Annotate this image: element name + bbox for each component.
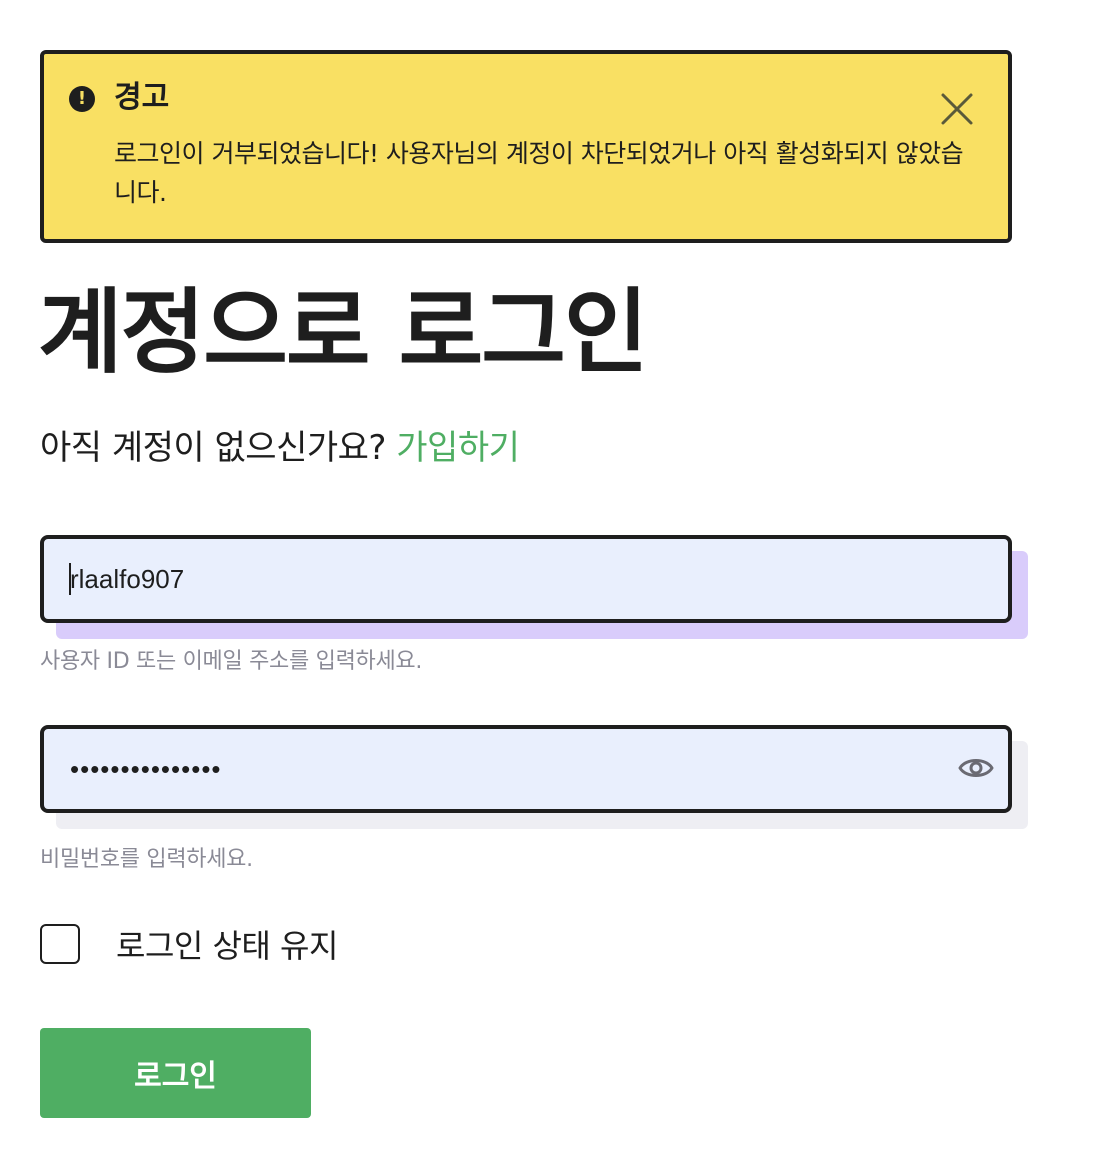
text-caret — [69, 563, 71, 595]
login-button[interactable]: 로그인 — [40, 1028, 311, 1118]
close-icon[interactable] — [940, 92, 974, 126]
alert-message: 로그인이 거부되었습니다! 사용자님의 계정이 차단되었거나 아직 활성화되지 … — [114, 139, 964, 207]
eye-icon[interactable] — [958, 754, 994, 782]
remember-me-checkbox[interactable] — [40, 924, 80, 964]
password-input[interactable] — [40, 725, 1012, 813]
remember-me-label[interactable]: 로그인 상태 유지 — [116, 924, 338, 968]
exclamation-circle-icon: ! — [69, 86, 95, 112]
signup-link[interactable]: 가입하기 — [396, 428, 520, 468]
alert-title: 경고 — [114, 80, 170, 115]
username-hint: 사용자 ID 또는 이메일 주소를 입력하세요. — [40, 649, 423, 674]
page-title: 계정으로 로그인 — [38, 279, 649, 386]
signup-prompt-row: 아직 계정이 없으신가요? 가입하기 — [40, 424, 520, 472]
password-hint: 비밀번호를 입력하세요. — [40, 847, 253, 872]
signup-prompt: 아직 계정이 없으신가요? — [40, 428, 386, 468]
login-page: ! 경고 로그인이 거부되었습니다! 사용자님의 계정이 차단되었거나 아직 활… — [0, 0, 1106, 1158]
warning-alert: ! 경고 로그인이 거부되었습니다! 사용자님의 계정이 차단되었거나 아직 활… — [40, 50, 1012, 243]
username-input[interactable] — [40, 535, 1012, 623]
